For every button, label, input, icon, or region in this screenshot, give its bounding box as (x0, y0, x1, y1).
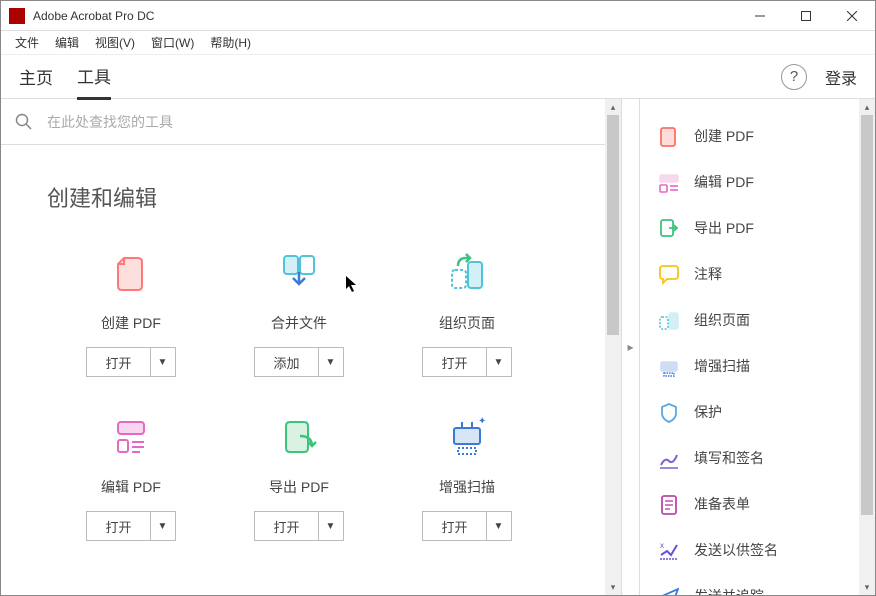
shortcut-item[interactable]: 编辑 PDF (640, 159, 859, 205)
menu-edit[interactable]: 编辑 (47, 32, 87, 53)
shortcut-item[interactable]: 注释 (640, 251, 859, 297)
chevron-down-icon[interactable]: ▼ (151, 348, 175, 376)
tool-action-button[interactable]: 打开▼ (254, 511, 343, 541)
shortcut-item[interactable]: 保护 (640, 389, 859, 435)
search-icon (15, 113, 33, 131)
menu-help[interactable]: 帮助(H) (202, 32, 259, 53)
help-icon[interactable]: ? (781, 64, 807, 90)
menu-window[interactable]: 窗口(W) (143, 32, 202, 53)
shortcut-item[interactable]: 组织页面 (640, 297, 859, 343)
acrobat-logo-icon (9, 8, 25, 24)
tool-action-button[interactable]: 打开▼ (422, 511, 511, 541)
protect-icon (656, 400, 680, 424)
shortcut-label: 编辑 PDF (694, 172, 754, 192)
tool-icon (441, 247, 493, 299)
menu-view[interactable]: 视图(V) (87, 32, 143, 53)
right-scrollbar[interactable]: ▴ ▾ (859, 99, 875, 595)
tool-label: 编辑 PDF (101, 477, 161, 497)
shortcut-label: 组织页面 (694, 310, 750, 330)
menu-file[interactable]: 文件 (7, 32, 47, 53)
chevron-down-icon[interactable]: ▼ (319, 348, 343, 376)
shortcut-item[interactable]: x 发送以供签名 (640, 527, 859, 573)
tool-label: 合并文件 (271, 313, 327, 333)
comment-icon (656, 262, 680, 286)
shortcut-item[interactable]: 导出 PDF (640, 205, 859, 251)
edit-icon (656, 170, 680, 194)
tool-icon: ✦ (441, 411, 493, 463)
create-icon (656, 124, 680, 148)
tool-action-button[interactable]: 打开▼ (86, 511, 175, 541)
search-input[interactable] (47, 114, 591, 130)
tool-label: 创建 PDF (101, 313, 161, 333)
maximize-button[interactable] (783, 1, 829, 30)
window-title: Adobe Acrobat Pro DC (33, 9, 737, 23)
tool-label: 组织页面 (439, 313, 495, 333)
tool-icon (273, 411, 325, 463)
tool-icon (105, 411, 157, 463)
shortcut-label: 填写和签名 (694, 448, 764, 468)
shortcut-label: 发送并追踪 (694, 586, 764, 595)
close-button[interactable] (829, 1, 875, 30)
tool-label: 导出 PDF (269, 477, 329, 497)
menu-bar: 文件 编辑 视图(V) 窗口(W) 帮助(H) (1, 31, 875, 55)
svg-text:x: x (660, 541, 664, 550)
sendSign-icon: x (656, 538, 680, 562)
chevron-down-icon[interactable]: ▼ (151, 512, 175, 540)
shortcut-label: 发送以供签名 (694, 540, 778, 560)
shortcut-label: 准备表单 (694, 494, 750, 514)
export-icon (656, 216, 680, 240)
chevron-down-icon[interactable]: ▼ (487, 348, 511, 376)
form-icon (656, 492, 680, 516)
shortcut-item[interactable]: 准备表单 (640, 481, 859, 527)
tab-home[interactable]: 主页 (19, 55, 53, 98)
tool-icon (273, 247, 325, 299)
shortcut-item[interactable]: 填写和签名 (640, 435, 859, 481)
shortcut-label: 导出 PDF (694, 218, 754, 238)
sign-icon (656, 446, 680, 470)
shortcut-item[interactable]: 增强扫描 (640, 343, 859, 389)
section-title: 创建和编辑 (47, 181, 559, 213)
tool-action-button[interactable]: 打开▼ (422, 347, 511, 377)
tool-action-button[interactable]: 打开▼ (86, 347, 175, 377)
svg-text:✦: ✦ (478, 416, 486, 427)
shortcut-label: 增强扫描 (694, 356, 750, 376)
tool-icon (105, 247, 157, 299)
collapse-panel-button[interactable]: ▸ (621, 99, 639, 595)
tab-tools[interactable]: 工具 (77, 54, 111, 100)
tool-action-button[interactable]: 添加▼ (254, 347, 343, 377)
shortcut-label: 注释 (694, 264, 722, 284)
login-button[interactable]: 登录 (825, 65, 857, 89)
tool-label: 增强扫描 (439, 477, 495, 497)
organize-icon (656, 308, 680, 332)
scan-icon (656, 354, 680, 378)
shortcut-item[interactable]: 创建 PDF (640, 113, 859, 159)
chevron-down-icon[interactable]: ▼ (487, 512, 511, 540)
shortcut-item[interactable]: 发送并追踪 (640, 573, 859, 595)
chevron-down-icon[interactable]: ▼ (319, 512, 343, 540)
minimize-button[interactable] (737, 1, 783, 30)
shortcut-label: 创建 PDF (694, 126, 754, 146)
shortcut-label: 保护 (694, 402, 722, 422)
sendTrack-icon (656, 584, 680, 595)
left-scrollbar[interactable]: ▴ ▾ (605, 99, 621, 595)
